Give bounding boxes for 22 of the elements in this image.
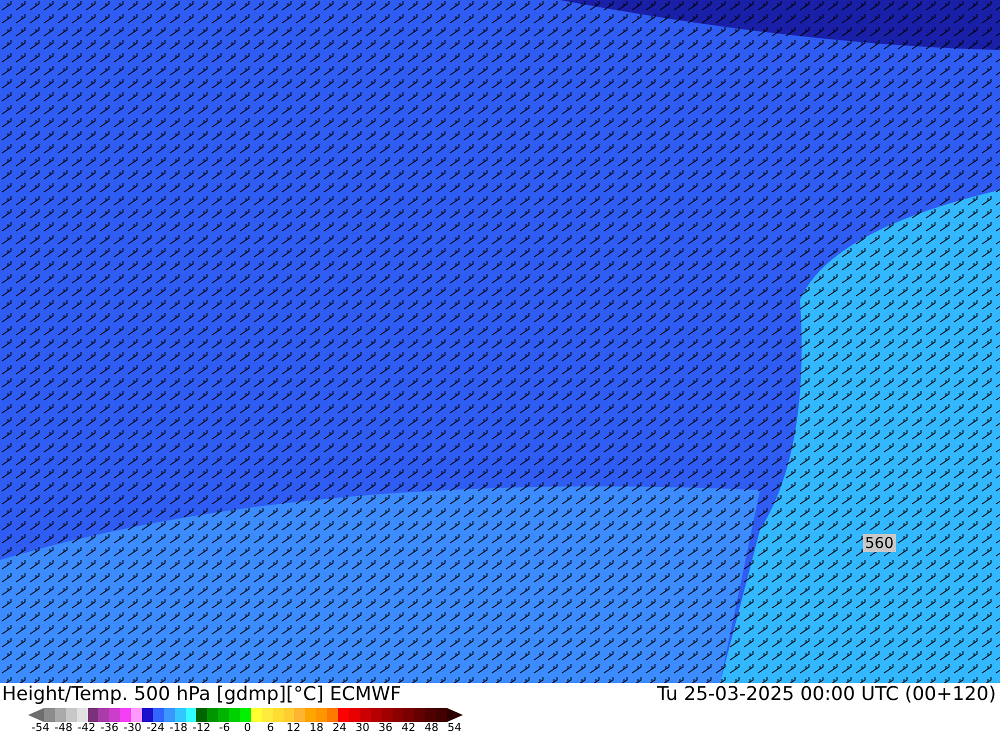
valid-time: Tu 25-03-2025 00:00 UTC (00+120) [657,683,996,705]
contour-label: 560 [863,534,896,552]
scale-tick-label: 54 [446,721,462,733]
scale-tick-label: -48 [54,721,74,733]
scale-tick-label: -24 [146,721,166,733]
scale-tick-label: 42 [400,721,416,733]
scale-tick-label: -30 [122,721,142,733]
scale-tick-label: -12 [192,721,212,733]
scale-tick-label: 12 [286,721,302,733]
scale-tick-label: -42 [76,721,96,733]
scale-tick-label: -18 [168,721,188,733]
scale-tick-label: -36 [100,721,120,733]
scale-tick-label: -6 [218,721,231,733]
scale-tick-label: -54 [30,721,50,733]
scale-tick-label: 24 [332,721,348,733]
scale-tick-label: 36 [378,721,394,733]
scale-tick-label: 18 [308,721,324,733]
chart-title: Height/Temp. 500 hPa [gdmp][°C] ECMWF [2,683,402,705]
scale-tick-label: 0 [243,721,252,733]
scale-tick-label: 48 [424,721,440,733]
scale-tick-label: 30 [354,721,370,733]
scale-tick-label: 6 [266,721,275,733]
